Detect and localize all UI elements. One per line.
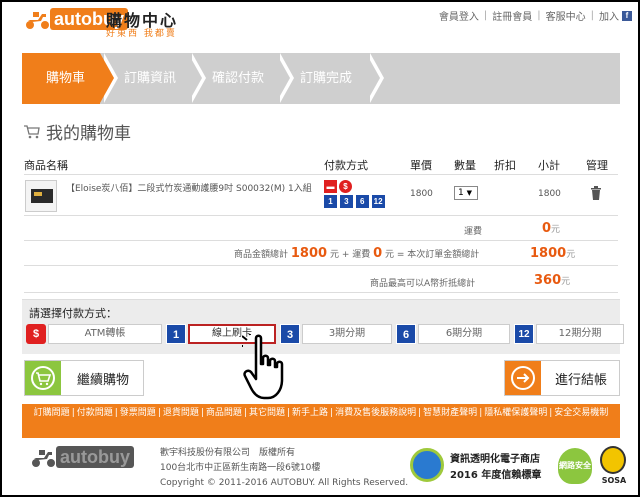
sosa-label: SOSA (601, 476, 627, 485)
cart-title: 我的購物車 (24, 119, 131, 144)
trust-badge-icon (410, 448, 444, 482)
company-info: 歡宇科技股份有限公司 版權所有 100台北市中正區新生南路一段6號10樓 Cop… (160, 446, 408, 491)
col-discount: 折扣 (494, 159, 516, 172)
arrow-right-icon (505, 361, 541, 395)
dollar-icon: $ (339, 180, 352, 193)
payment-method-panel: 請選擇付款方式： $ ATM轉帳 1 線上刷卡 3 3期分期 6 6期分期 12… (22, 299, 624, 354)
cart-item-row: 【Eloise炭八佰】二段式竹炭通動護腰9吋 S00032(M) 1入組 ▬ $ … (24, 176, 618, 216)
login-link[interactable]: 會員登入 (439, 8, 479, 23)
installment-12-icon: 12 (514, 324, 534, 344)
company-name: 歡宇科技股份有限公司 版權所有 (160, 448, 296, 458)
payment-options: $ ATM轉帳 1 線上刷卡 3 3期分期 6 6期分期 12 12期分期 (26, 324, 628, 344)
trust-badge[interactable]: 資訊透明化電子商店 2016 年度信賴標章 (410, 446, 560, 486)
pay-option-6-installments[interactable]: 6期分期 (418, 324, 510, 344)
pay-option-12-installments[interactable]: 12期分期 (536, 324, 624, 344)
item-payment-icons: ▬ $ 1 3 6 12 (324, 179, 394, 209)
col-payment-method: 付款方式 (324, 159, 368, 172)
product-thumbnail[interactable] (25, 180, 57, 212)
col-subtotal: 小計 (538, 159, 560, 172)
footer-link-ordering[interactable]: 訂購問題 (34, 408, 70, 418)
col-product-name: 商品名稱 (24, 159, 68, 172)
checkout-steps: 購物車 訂購資訊 確認付款 訂購完成 (22, 53, 620, 104)
credit-card-icon: ▬ (324, 180, 337, 193)
page: autobuy 購物中心 好東西 我都賣 會員登入 | 註冊會員 | 客服中心 … (2, 2, 638, 495)
continue-shopping-button[interactable]: 繼續購物 (24, 360, 144, 396)
pay-option-3-installments[interactable]: 3期分期 (302, 324, 392, 344)
pay-option-atm[interactable]: ATM轉帳 (48, 324, 162, 344)
footer-link-privacy[interactable]: 隱私權保護聲明 (484, 408, 547, 418)
order-total-text: 商品金額總計 1800 元 + 運費 0 元 = 本次訂單金額總計 (234, 246, 480, 261)
footer-logo[interactable]: autobuy (30, 446, 135, 472)
site-subtitle: 好東西 我都賣 (106, 29, 177, 39)
divider: | (537, 10, 541, 21)
product-name-link[interactable]: 【Eloise炭八佰】二段式竹炭通動護腰9吋 S00032(M) 1入組 (66, 182, 316, 196)
dollar-icon: $ (26, 324, 46, 344)
shopping-cart-icon (25, 361, 61, 395)
step-cart: 購物車 (22, 53, 118, 104)
security-badge[interactable]: 網路安全 (558, 448, 592, 484)
join-link[interactable]: 加入 (599, 8, 619, 23)
register-link[interactable]: 註冊會員 (492, 8, 532, 23)
installment-1-icon: 1 (324, 195, 337, 208)
footer-link-security[interactable]: 安全交易機制 (554, 408, 608, 418)
company-address: 100台北市中正區新生南路一段6號10樓 (160, 463, 321, 473)
logo-wordmark: autobuy (56, 446, 135, 468)
footer-link-service[interactable]: 消費及售後服務說明 (335, 408, 416, 418)
col-quantity: 數量 (454, 159, 476, 172)
a-coin-discount-label: 商品最高可以A幣折抵總計 (370, 279, 476, 289)
shipping-amount: 0元 (542, 221, 561, 236)
cart-icon (24, 124, 40, 138)
installment-1-icon: 1 (166, 324, 186, 344)
scooter-icon (26, 12, 49, 29)
a-coin-discount-amount: 360元 (534, 273, 571, 288)
trash-icon[interactable] (590, 186, 602, 200)
chevron-down-icon: ▼ (466, 189, 472, 197)
hand-pointer-icon (242, 334, 284, 400)
trust-badge-title: 資訊透明化電子商店 (450, 454, 540, 465)
top-links: 會員登入 | 註冊會員 | 客服中心 | 加入 f (439, 8, 632, 23)
checkout-label: 進行結帳 (555, 372, 608, 388)
a-coin-discount-row: 商品最高可以A幣折抵總計 360元 (24, 269, 618, 293)
copyright: Copyright © 2011-2016 AUTOBUY. All Right… (160, 478, 409, 488)
footer-link-products[interactable]: 商品問題 (206, 408, 242, 418)
checkout-button[interactable]: 進行結帳 (504, 360, 620, 396)
footer-link-ip[interactable]: 智慧財產聲明 (423, 408, 477, 418)
cart-table-header: 商品名稱 付款方式 單價 數量 折扣 小計 管理 (24, 155, 618, 175)
col-unit-price: 單價 (410, 159, 432, 172)
footer-link-payment[interactable]: 付款問題 (77, 408, 113, 418)
cart-title-text: 我的購物車 (46, 124, 131, 144)
payment-method-title: 請選擇付款方式： (29, 307, 117, 320)
footer-link-returns[interactable]: 退貨問題 (163, 408, 199, 418)
divider: | (590, 10, 594, 21)
order-total-row: 商品金額總計 1800 元 + 運費 0 元 = 本次訂單金額總計 1800元 (24, 242, 618, 266)
installment-12-icon: 12 (371, 195, 385, 208)
item-unit-price: 1800 (410, 189, 433, 199)
quantity-select[interactable]: 1 ▼ (454, 186, 478, 200)
footer-links: 訂購問題 | 付款問題 | 發票問題 | 退貨問題 | 商品問題 | 其它問題 | 新手上路 | 消費及售後… (22, 404, 620, 438)
order-total-amount: 1800元 (530, 246, 576, 261)
customer-service-link[interactable]: 客服中心 (546, 8, 586, 23)
footer-link-newbie[interactable]: 新手上路 (292, 408, 328, 418)
footer-link-other[interactable]: 其它問題 (249, 408, 285, 418)
sosa-face-icon (600, 446, 626, 474)
installment-3-icon: 3 (339, 195, 353, 208)
col-manage: 管理 (586, 159, 608, 172)
shipping-row: 運費 0元 (24, 217, 618, 241)
shipping-label: 運費 (464, 227, 483, 237)
divider: | (483, 10, 488, 21)
item-subtotal: 1800 (538, 189, 561, 199)
trust-badge-year: 2016 年度信賴標章 (450, 470, 542, 481)
continue-shopping-label: 繼續購物 (77, 372, 130, 388)
footer-link-invoice[interactable]: 發票問題 (120, 408, 156, 418)
facebook-icon[interactable]: f (622, 10, 632, 21)
sosa-badge[interactable]: SOSA (596, 446, 632, 488)
scooter-icon (32, 450, 55, 467)
installment-6-icon: 6 (355, 195, 369, 208)
installment-6-icon: 6 (396, 324, 416, 344)
